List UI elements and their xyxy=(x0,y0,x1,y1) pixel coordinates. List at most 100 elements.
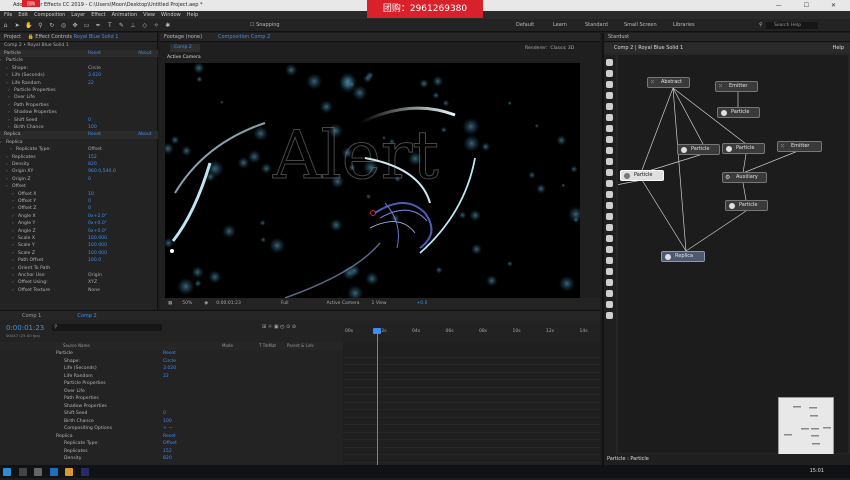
timeline-property-row[interactable]: Life (Seconds) 3.020 xyxy=(0,365,343,373)
menu-effect[interactable]: Effect xyxy=(91,11,105,19)
effect-property-row[interactable]: › Path Properties xyxy=(0,102,158,109)
node-graph[interactable]: ⁙ Abstract ⁙ Emitter Particle Particle Par… xyxy=(618,55,848,472)
effect-property-row[interactable]: › Angle Z 0x+0.0° xyxy=(0,228,158,235)
node-tool-icon[interactable] xyxy=(606,103,613,110)
effect-property-row[interactable]: › Offset Y 0 xyxy=(0,198,158,205)
timeline-property-value[interactable]: Circle xyxy=(163,358,176,366)
effect-property-row[interactable]: › Offset xyxy=(0,183,158,190)
workspace-small-screen[interactable]: Small Screen xyxy=(624,22,657,28)
timeline-property-value[interactable]: 22 xyxy=(163,373,169,381)
node-tool-icon[interactable] xyxy=(606,70,613,77)
effect-property-row[interactable]: › Over Life xyxy=(0,94,158,101)
node-particle-selected[interactable]: Particle xyxy=(620,170,664,181)
timeline-property-value[interactable]: Reset xyxy=(163,433,176,441)
node-tool-icon[interactable] xyxy=(606,279,613,286)
column-source-name[interactable]: Source Name xyxy=(63,342,90,350)
tab-project[interactable]: Project xyxy=(4,34,21,40)
disclosure-triangle-icon[interactable]: › xyxy=(6,154,8,161)
effect-property-row[interactable]: › Replicates 152 xyxy=(0,154,158,161)
disclosure-triangle-icon[interactable]: › xyxy=(0,139,2,146)
effect-property-value[interactable]: 152 xyxy=(88,154,97,161)
disclosure-triangle-icon[interactable]: › xyxy=(6,65,8,72)
timeline-property-row[interactable]: Shift Seed 0 xyxy=(0,410,343,418)
disclosure-triangle-icon[interactable]: › xyxy=(12,198,14,205)
folder-icon[interactable] xyxy=(65,467,74,476)
effect-property-row[interactable]: › Offset Texture None xyxy=(0,287,158,294)
timeline-property-row[interactable]: Replicates 152 xyxy=(0,448,343,456)
timeline-property-value[interactable]: 100 xyxy=(163,418,172,426)
stamp-tool-icon[interactable]: ⊥ xyxy=(130,22,137,29)
effect-property-row[interactable]: › Offset Z 0 xyxy=(0,205,158,212)
timeline-property-row[interactable]: Path Properties xyxy=(0,395,343,403)
disclosure-triangle-icon[interactable]: › xyxy=(10,146,12,153)
disclosure-triangle-icon[interactable]: › xyxy=(12,265,14,272)
effect-property-row[interactable]: › Orient To Path xyxy=(0,265,158,272)
disclosure-triangle-icon[interactable]: › xyxy=(6,80,8,87)
tab-comp-2[interactable]: Comp 2 xyxy=(77,313,96,319)
timeline-property-value[interactable]: 3.020 xyxy=(163,365,176,373)
zoom-select[interactable]: 50% xyxy=(182,298,192,309)
timeline-property-row[interactable]: Birth Chance 100 xyxy=(0,418,343,426)
disclosure-triangle-icon[interactable]: › xyxy=(8,94,10,101)
node-auxiliary[interactable]: ⚙ Auxiliary xyxy=(722,172,767,183)
node-tool-icon[interactable] xyxy=(606,92,613,99)
effect-property-row[interactable]: › Path Offset 100.0 xyxy=(0,257,158,264)
disclosure-triangle-icon[interactable]: › xyxy=(12,242,14,249)
node-particle[interactable]: Particle xyxy=(722,143,765,154)
disclosure-triangle-icon[interactable]: › xyxy=(12,213,14,220)
effect-property-row[interactable]: › Offset X 10 xyxy=(0,191,158,198)
timeline-timecode[interactable]: 0:00:01:23 xyxy=(6,324,44,332)
column-parent[interactable]: Parent & Link xyxy=(287,342,314,350)
home-icon[interactable]: ⌂ xyxy=(2,22,9,29)
effect-property-row[interactable]: › Shadow Properties xyxy=(0,109,158,116)
menu-view[interactable]: View xyxy=(143,11,155,19)
task-view-icon[interactable] xyxy=(34,467,43,476)
menu-edit[interactable]: Edit xyxy=(18,11,28,19)
disclosure-triangle-icon[interactable]: › xyxy=(12,287,14,294)
timeline-property-value[interactable]: 0 xyxy=(163,410,166,418)
effect-property-row[interactable]: › Particle xyxy=(0,57,158,64)
node-tool-icon[interactable] xyxy=(606,158,613,165)
node-emitter[interactable]: ⁙ Emitter xyxy=(715,81,758,92)
comp-canvas[interactable]: Alert xyxy=(165,63,580,301)
disclosure-triangle-icon[interactable]: › xyxy=(0,57,2,64)
disclosure-triangle-icon[interactable]: › xyxy=(12,257,14,264)
timeline-property-value[interactable]: Reset xyxy=(163,350,176,358)
timeline-property-row[interactable]: Particle Reset xyxy=(0,350,343,358)
disclosure-triangle-icon[interactable]: › xyxy=(12,191,14,198)
effect-property-row[interactable]: › Shift Seed 0 xyxy=(0,117,158,124)
effect-property-value[interactable]: Circle xyxy=(88,65,101,72)
effect-property-row[interactable]: › Origin XY 960.0,540.0 xyxy=(0,168,158,175)
zoom-tool-icon[interactable]: ⚲ xyxy=(37,22,44,29)
search-icon[interactable]: ⚲ xyxy=(759,22,763,28)
disclosure-triangle-icon[interactable]: › xyxy=(12,279,14,286)
node-tool-icon[interactable] xyxy=(606,147,613,154)
node-tool-icon[interactable] xyxy=(606,202,613,209)
menu-window[interactable]: Window xyxy=(161,11,181,19)
effect-property-value[interactable]: 100.000 xyxy=(88,242,107,249)
effect-property-value[interactable]: Origin xyxy=(88,272,102,279)
node-tool-icon[interactable] xyxy=(606,268,613,275)
effect-property-row[interactable]: › Anchor Use: Origin xyxy=(0,272,158,279)
effect-property-value[interactable]: 0 xyxy=(88,205,91,212)
timeline-switches-icons[interactable]: ⊞ ☼ ▣ ◴ ⊙ ⊘ xyxy=(262,324,296,330)
disclosure-triangle-icon[interactable]: › xyxy=(6,176,8,183)
timeline-property-row[interactable]: Replica Reset xyxy=(0,433,343,441)
timeline-property-row[interactable]: Shadow Properties xyxy=(0,403,343,411)
effect-property-value[interactable]: Offset xyxy=(88,146,102,153)
text-tool-icon[interactable]: T xyxy=(106,22,113,29)
column-trkmat[interactable]: T TrkMat xyxy=(259,342,276,350)
effect-property-value[interactable]: 100.0 xyxy=(88,257,101,264)
node-tool-icon[interactable] xyxy=(606,114,613,121)
rotate-tool-icon[interactable]: ↻ xyxy=(48,22,55,29)
effect-property-value[interactable]: 0x+2.0° xyxy=(88,213,107,220)
effect-property-row[interactable]: › Replicate Type: Offset xyxy=(0,146,158,153)
node-particle[interactable]: Particle xyxy=(677,144,720,155)
node-tool-icon[interactable] xyxy=(606,136,613,143)
start-icon[interactable] xyxy=(3,467,11,476)
menu-file[interactable]: File xyxy=(4,11,12,19)
menu-layer[interactable]: Layer xyxy=(71,11,85,19)
timeline-property-value[interactable]: 820 xyxy=(163,455,172,463)
search-icon[interactable] xyxy=(18,467,27,476)
effect-property-value[interactable]: 0 xyxy=(88,117,91,124)
